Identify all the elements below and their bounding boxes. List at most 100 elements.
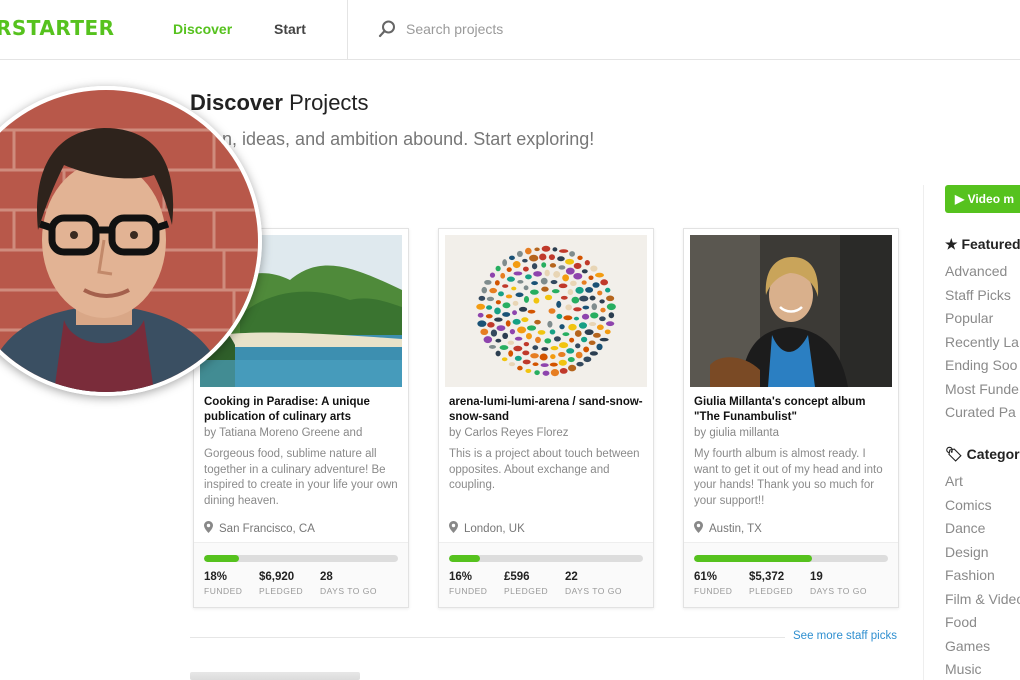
pebble-shape	[533, 271, 542, 277]
pebble-shape	[515, 292, 524, 298]
pebble-shape	[512, 310, 518, 316]
pebble-shape	[584, 260, 590, 266]
funded-stat: 18% FUNDED	[204, 571, 242, 596]
days-value: 19	[810, 571, 823, 583]
pebble-shape	[481, 286, 488, 294]
search-icon[interactable]	[377, 19, 397, 39]
days-stat: 28 DAYS TO GO	[320, 571, 377, 596]
pebble-shape	[589, 295, 596, 301]
nav-start[interactable]: Start	[274, 21, 306, 37]
pebble-shape	[478, 295, 486, 301]
page-subtitle: ssion, ideas, and ambition abound. Start…	[190, 129, 595, 149]
pebble-shape	[589, 351, 598, 356]
pledged-label: PLEDGED	[259, 586, 304, 596]
project-title[interactable]: arena-lumi-lumi-arena / sand-snow-snow-s…	[449, 395, 645, 425]
featured-item-ending-soo[interactable]: Ending Soo	[945, 357, 1017, 373]
pebble-shape	[489, 287, 498, 294]
project-image[interactable]	[690, 235, 892, 387]
video-button[interactable]: ▶ Video m	[945, 185, 1020, 213]
project-location[interactable]: Austin, TX	[694, 521, 762, 535]
see-more-staff-picks-link[interactable]: See more staff picks	[793, 630, 897, 642]
category-item-food[interactable]: Food	[945, 614, 977, 630]
pebble-shape	[523, 295, 530, 303]
featured-item-advanced[interactable]: Advanced	[945, 263, 1007, 279]
category-item-games[interactable]: Games	[945, 638, 990, 654]
featured-item-most-funde[interactable]: Most Funde	[945, 381, 1019, 397]
funded-value: 16%	[449, 571, 473, 583]
pebble-shape	[502, 302, 511, 309]
project-author[interactable]: by Tatiana Moreno Greene and	[204, 427, 400, 439]
pebble-shape	[552, 247, 558, 252]
project-author[interactable]: by giulia millanta	[694, 427, 890, 439]
pebble-shape	[567, 356, 575, 363]
site-header: RSTARTER Discover Start	[0, 0, 1020, 60]
pebble-shape	[502, 312, 511, 317]
project-location[interactable]: London, UK	[449, 521, 525, 535]
days-label: DAYS TO GO	[810, 586, 867, 596]
featured-item-curated-pa[interactable]: Curated Pa	[945, 404, 1016, 420]
pebble-shape	[591, 303, 598, 311]
pebble-shape	[540, 363, 549, 368]
pebble-shape	[541, 286, 549, 292]
pebble-shape	[506, 276, 515, 282]
nav-discover[interactable]: Discover	[173, 21, 232, 37]
category-item-fashion[interactable]: Fashion	[945, 567, 995, 583]
location-text: Austin, TX	[709, 523, 762, 535]
pebble-shape	[584, 329, 594, 336]
pebble-shape	[580, 336, 588, 343]
pebble-shape	[579, 295, 589, 302]
project-location[interactable]: San Francisco, CA	[204, 521, 315, 535]
search-input[interactable]	[406, 18, 656, 40]
pebble-shape	[534, 370, 540, 376]
pebble-shape	[582, 305, 590, 310]
pebble-shape	[573, 272, 583, 280]
featured-item-staff-picks[interactable]: Staff Picks	[945, 287, 1011, 303]
pebble-shape	[600, 307, 606, 313]
category-item-music[interactable]: Music	[945, 661, 982, 677]
category-item-design[interactable]: Design	[945, 544, 989, 560]
logo[interactable]: RSTARTER	[0, 16, 115, 40]
pebble-shape	[558, 342, 569, 349]
header-divider	[347, 0, 348, 60]
pebble-shape	[518, 306, 528, 312]
days-value: 22	[565, 571, 578, 583]
page-title-bold: Discover	[190, 90, 283, 115]
pebble-shape	[549, 362, 558, 367]
featured-heading: ★ Featured	[945, 236, 1020, 253]
pebble-shape	[593, 332, 601, 338]
pebble-shape	[508, 362, 516, 367]
pebble-shape	[509, 329, 516, 335]
featured-item-popular[interactable]: Popular	[945, 310, 993, 326]
pebble-shape	[488, 344, 497, 349]
pebble-shape	[588, 340, 596, 346]
pebble-shape	[485, 314, 493, 319]
project-title[interactable]: Giulia Millanta's concept album "The Fun…	[694, 395, 890, 425]
category-item-film-video[interactable]: Film & Video	[945, 591, 1020, 607]
pebble-shape	[495, 300, 501, 305]
project-title[interactable]: Cooking in Paradise: A unique publicatio…	[204, 395, 400, 425]
pebble-shape	[505, 294, 513, 299]
pebble-shape	[576, 361, 584, 367]
project-card[interactable]: Giulia Millanta's concept album "The Fun…	[683, 228, 899, 608]
funded-label: FUNDED	[694, 586, 733, 596]
pebble-shape	[522, 359, 531, 365]
pebble-shape	[562, 274, 570, 282]
project-image[interactable]	[445, 235, 647, 387]
project-blurb: This is a project about touch between op…	[449, 448, 640, 491]
pebble-shape	[605, 287, 611, 293]
featured-item-recently-la[interactable]: Recently La	[945, 334, 1019, 350]
pebble-shape	[502, 284, 509, 288]
location-pin-icon	[449, 521, 458, 533]
project-card[interactable]: arena-lumi-lumi-arena / sand-snow-snow-s…	[438, 228, 654, 608]
pebble-shape	[606, 295, 615, 302]
pledged-stat: $6,920 PLEDGED	[259, 571, 303, 596]
category-item-dance[interactable]: Dance	[945, 520, 985, 536]
categories-heading: 🏷︎ Categori	[945, 446, 1020, 463]
pebble-shape	[606, 303, 616, 311]
project-author[interactable]: by Carlos Reyes Florez	[449, 427, 645, 439]
category-item-art[interactable]: Art	[945, 473, 963, 489]
pebble-shape	[556, 300, 562, 308]
pebble-shape	[550, 346, 559, 351]
pebble-shape	[573, 307, 582, 312]
category-item-comics[interactable]: Comics	[945, 497, 992, 513]
